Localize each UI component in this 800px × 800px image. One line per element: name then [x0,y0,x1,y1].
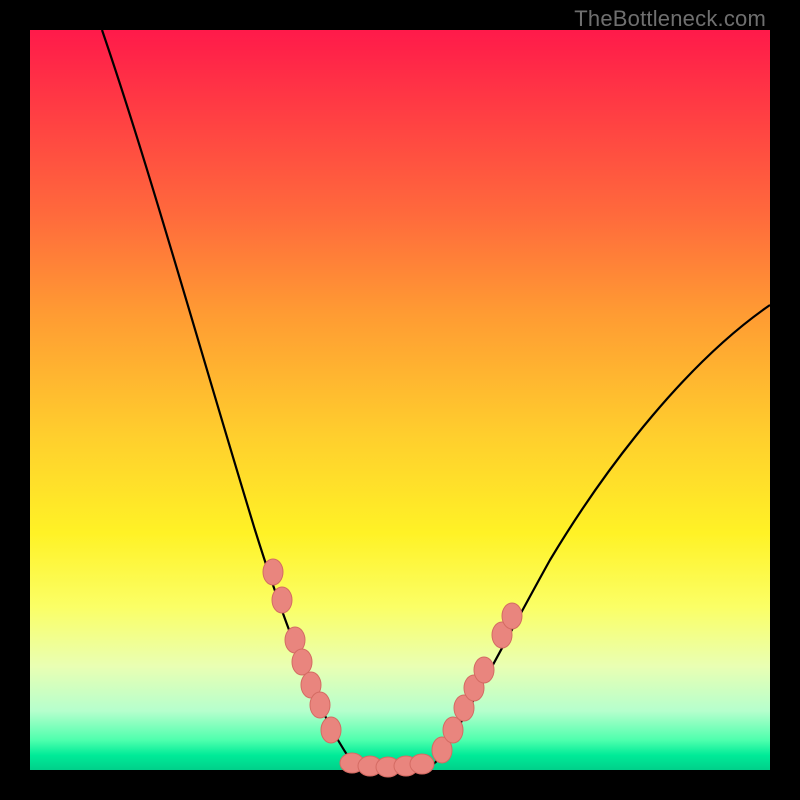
curve-right-arm [435,305,770,763]
watermark-text: TheBottleneck.com [574,6,766,32]
bead-left [272,587,292,613]
bead-left [321,717,341,743]
bead-left [263,559,283,585]
bead-right [502,603,522,629]
bead-bottom [410,754,434,774]
bead-left [292,649,312,675]
plot-area [30,30,770,770]
bead-right [443,717,463,743]
bead-right [474,657,494,683]
curve-left-arm [102,30,355,765]
bead-left [310,692,330,718]
curve-layer [30,30,770,770]
chart-frame: TheBottleneck.com [0,0,800,800]
